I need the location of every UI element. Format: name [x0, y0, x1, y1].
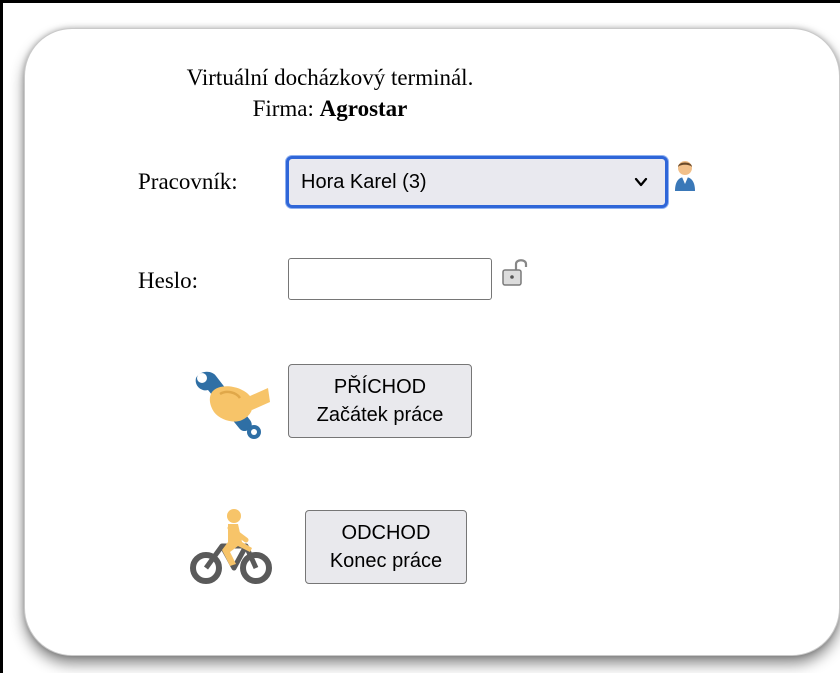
- chevron-down-icon: [634, 177, 648, 187]
- hand-with-wrench-icon: [195, 371, 270, 439]
- departure-button-title: ODCHOD: [341, 522, 431, 544]
- page-title: Virtuální docházkový terminál. Firma: Ag…: [0, 62, 660, 124]
- firm-name: Agrostar: [319, 96, 408, 121]
- terminal-title: Virtuální docházkový terminál.: [186, 65, 474, 90]
- arrival-button-subtitle: Začátek práce: [316, 404, 444, 426]
- cyclist-icon: [190, 509, 272, 584]
- worker-label: Pracovník:: [138, 169, 238, 194]
- worker-select-value: Hora Karel (3): [301, 170, 427, 193]
- password-label: Heslo:: [138, 268, 199, 293]
- unlocked-padlock-icon: [502, 259, 528, 286]
- firm-label: Firma:: [252, 96, 314, 121]
- departure-button-subtitle: Konec práce: [329, 550, 443, 572]
- password-input[interactable]: [288, 258, 492, 300]
- firm-line: Firma: Agrostar: [0, 93, 660, 124]
- worker-select[interactable]: Hora Karel (3): [286, 156, 668, 208]
- arrival-button[interactable]: PŘÍCHOD Začátek práce: [288, 364, 472, 438]
- arrival-button-title: PŘÍCHOD: [333, 376, 427, 398]
- user-icon: [675, 161, 695, 191]
- departure-button[interactable]: ODCHOD Konec práce: [305, 510, 467, 584]
